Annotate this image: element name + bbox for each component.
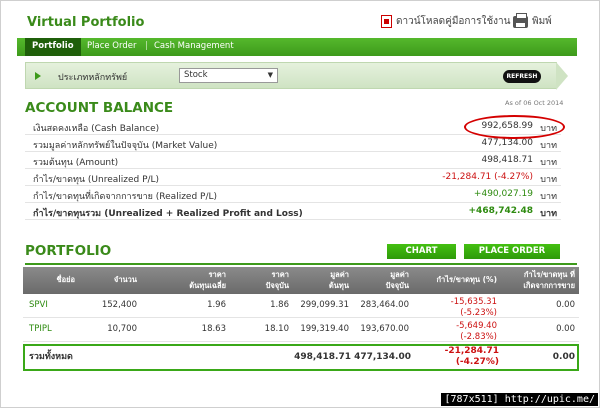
balance-value: +490,027.19 — [473, 189, 533, 199]
cell-symbol[interactable]: TPIPL — [29, 324, 52, 335]
printer-icon — [513, 12, 528, 28]
cell-market-value: 283,464.00 — [360, 300, 409, 310]
balance-label: กำไร/ขาดทุนรวม (Unrealized + Realized Pr… — [33, 209, 303, 219]
col-header-pl: กำไร/ขาดทุน (%) — [436, 275, 497, 284]
section-divider — [25, 263, 577, 265]
balance-unit: บาท — [540, 192, 557, 202]
as-of-date: As of 06 Oct 2014 — [505, 99, 564, 107]
manual-download-link[interactable]: ดาวน์โหลดคู่มือการใช้งาน — [381, 14, 510, 29]
balance-unit: บาท — [540, 175, 557, 185]
table-row: TPIPL 10,700 18.63 18.10 199,319.40 193,… — [23, 318, 579, 342]
balance-value: 477,134.00 — [481, 138, 533, 148]
cell-symbol[interactable]: SPVI — [29, 300, 48, 311]
col-header-realized: กำไร/ขาดทุน ที่ เกิดจากการขาย — [523, 270, 575, 290]
balance-value: +468,742.48 — [468, 206, 533, 216]
manual-download-label: ดาวน์โหลดคู่มือการใช้งาน — [396, 16, 511, 27]
col-header-qty: จำนวน — [113, 275, 137, 284]
portfolio-title: PORTFOLIO — [25, 243, 112, 259]
cell-avg-cost: 18.63 — [201, 324, 226, 334]
cell-realized: 0.00 — [556, 300, 575, 310]
app-title: Virtual Portfolio — [27, 15, 145, 30]
tab-place-order[interactable]: Place Order — [87, 41, 136, 51]
col-header-avg-cost: ราคา ต้นทุนเฉลี่ย — [189, 270, 226, 290]
image-watermark: [787x511] http://upic.me/ — [441, 393, 598, 406]
place-order-button[interactable]: PLACE ORDER — [464, 244, 560, 259]
asset-type-bar: ประเภทหลักทรัพย์ Stock ▼ — [25, 62, 568, 90]
tab-cash-management[interactable]: Cash Management — [154, 41, 234, 51]
cell-qty: 152,400 — [101, 300, 137, 310]
cell-realized: 0.00 — [556, 324, 575, 334]
balance-unit: บาท — [540, 141, 557, 151]
col-header-symbol: ชื่อย่อ — [56, 275, 76, 284]
account-balance-title: ACCOUNT BALANCE — [25, 100, 174, 116]
balance-label: กำไร/ขาดทุน (Unrealized P/L) — [33, 175, 160, 185]
col-header-cost-value: มูลค่า ต้นทุน — [328, 270, 349, 290]
cell-cost-value: 299,099.31 — [300, 300, 349, 310]
asset-type-selected: Stock — [184, 70, 208, 80]
table-row: SPVI 152,400 1.96 1.86 299,099.31 283,46… — [23, 294, 579, 318]
asset-type-label: ประเภทหลักทรัพย์ — [58, 73, 128, 83]
print-label: พิมพ์ — [532, 16, 552, 27]
balance-row-unrealized: กำไร/ขาดทุน (Unrealized P/L) -21,284.71 … — [25, 169, 561, 186]
total-market-value: 477,134.00 — [354, 352, 411, 362]
balance-unit: บาท — [540, 209, 557, 219]
balance-label: รวมมูลค่าหลักทรัพย์ในปัจจุบัน (Market Va… — [33, 141, 218, 151]
cell-pl: -5,649.40 (-2.83%) — [456, 321, 497, 342]
balance-row-realized: กำไร/ขาดทุนที่เกิดจากการขาย (Realized P/… — [25, 186, 561, 203]
balance-row-amount: รวมต้นทุน (Amount) 498,418.71 บาท — [25, 152, 561, 169]
cell-price: 18.10 — [264, 324, 289, 334]
cell-price: 1.86 — [270, 300, 289, 310]
total-realized: 0.00 — [552, 352, 575, 362]
total-label: รวมทั้งหมด — [29, 352, 73, 362]
dropdown-arrow-icon: ▼ — [267, 71, 273, 79]
chart-button[interactable]: CHART — [387, 244, 456, 259]
print-link[interactable]: พิมพ์ — [513, 12, 552, 29]
total-cost-value: 498,418.71 — [294, 352, 351, 362]
cell-pl: -15,635.31 (-5.23%) — [450, 297, 497, 318]
balance-value: -21,284.71 (-4.27%) — [442, 172, 533, 182]
balance-row-total-pl: กำไร/ขาดทุนรวม (Unrealized + Realized Pr… — [25, 203, 561, 220]
portfolio-table-header: ชื่อย่อ จำนวน ราคา ต้นทุนเฉลี่ย ราคา ปัจจุ… — [23, 267, 579, 294]
tab-portfolio[interactable]: Portfolio — [25, 38, 81, 56]
balance-row-market-value: รวมมูลค่าหลักทรัพย์ในปัจจุบัน (Market Va… — [25, 135, 561, 152]
balance-label: กำไร/ขาดทุนที่เกิดจากการขาย (Realized P/… — [33, 192, 218, 202]
balance-label: รวมต้นทุน (Amount) — [33, 158, 119, 168]
nav-separator: | — [145, 41, 148, 51]
col-header-price: ราคา ปัจจุบัน — [265, 270, 289, 290]
refresh-button[interactable]: REFRESH — [503, 70, 541, 83]
balance-unit: บาท — [540, 158, 557, 168]
balance-value: 498,418.71 — [481, 155, 533, 165]
cell-qty: 10,700 — [107, 324, 137, 334]
balance-label: เงินสดคงเหลือ (Cash Balance) — [33, 124, 160, 134]
portfolio-total-row: รวมทั้งหมด 498,418.71 477,134.00 -21,284… — [23, 344, 579, 371]
asset-type-select[interactable]: Stock ▼ — [179, 68, 278, 83]
cell-avg-cost: 1.96 — [207, 300, 226, 310]
main-nav: Portfolio Place Order | Cash Management — [17, 38, 577, 56]
pdf-icon — [381, 15, 392, 28]
cell-cost-value: 199,319.40 — [300, 324, 349, 334]
total-pl: -21,284.71 (-4.27%) — [444, 346, 499, 367]
app-frame: Virtual Portfolio ดาวน์โหลดคู่มือการใช้ง… — [0, 0, 600, 408]
cell-market-value: 193,670.00 — [360, 324, 409, 334]
col-header-market-value: มูลค่า ปัจจุบัน — [385, 270, 409, 290]
cash-balance-highlight — [464, 115, 565, 139]
arrow-icon — [35, 72, 41, 80]
